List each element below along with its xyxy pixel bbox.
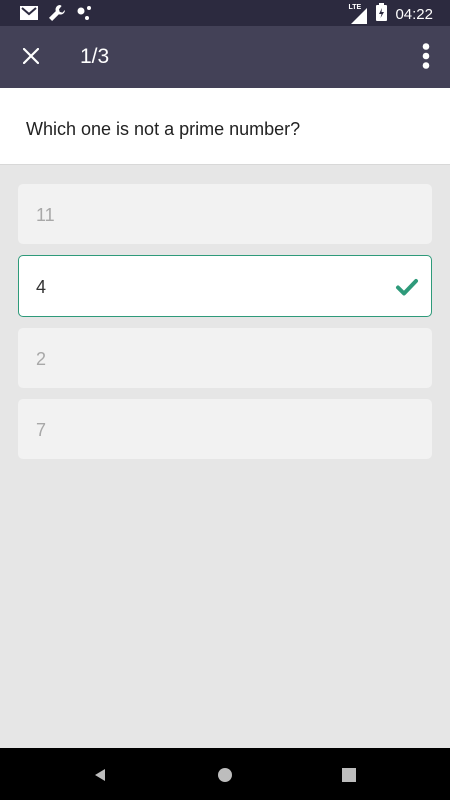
status-bar: LTE 04:22 bbox=[0, 0, 450, 26]
back-button[interactable] bbox=[89, 764, 111, 786]
notification-dots-icon bbox=[76, 5, 92, 26]
answer-option-7[interactable]: 7 bbox=[18, 399, 432, 459]
recents-button[interactable] bbox=[338, 764, 360, 786]
question-text: Which one is not a prime number? bbox=[26, 119, 301, 139]
battery-icon bbox=[376, 3, 388, 26]
close-button[interactable] bbox=[16, 41, 46, 71]
answer-option-label: 4 bbox=[36, 277, 47, 297]
answer-option-label: 2 bbox=[36, 349, 47, 369]
question-panel: Which one is not a prime number? bbox=[0, 88, 450, 165]
answer-option-11[interactable]: 11 bbox=[18, 184, 432, 244]
answer-option-label: 11 bbox=[36, 205, 55, 225]
answer-option-label: 7 bbox=[36, 420, 47, 440]
wrench-icon bbox=[48, 4, 66, 27]
status-left-icons bbox=[20, 4, 92, 27]
signal-icon: LTE bbox=[348, 4, 368, 24]
gmail-icon bbox=[20, 6, 38, 25]
back-triangle-icon bbox=[95, 769, 105, 781]
recents-square-icon bbox=[342, 768, 356, 782]
home-button[interactable] bbox=[214, 764, 236, 786]
more-options-button[interactable] bbox=[414, 40, 438, 72]
home-circle-icon bbox=[218, 768, 232, 782]
app-bar: 1/3 bbox=[0, 26, 450, 88]
close-icon bbox=[23, 48, 39, 64]
status-time: 04:22 bbox=[395, 5, 433, 23]
answer-option-4[interactable]: 4 bbox=[18, 255, 432, 317]
question-counter: 1/3 bbox=[80, 45, 110, 68]
checkmark-icon bbox=[396, 279, 418, 296]
answer-options: 11 4 2 7 bbox=[18, 184, 432, 470]
status-right-icons: LTE 04:22 bbox=[348, 3, 433, 26]
navigation-bar bbox=[0, 748, 450, 800]
more-vertical-icon bbox=[422, 43, 430, 69]
answer-option-2[interactable]: 2 bbox=[18, 328, 432, 388]
